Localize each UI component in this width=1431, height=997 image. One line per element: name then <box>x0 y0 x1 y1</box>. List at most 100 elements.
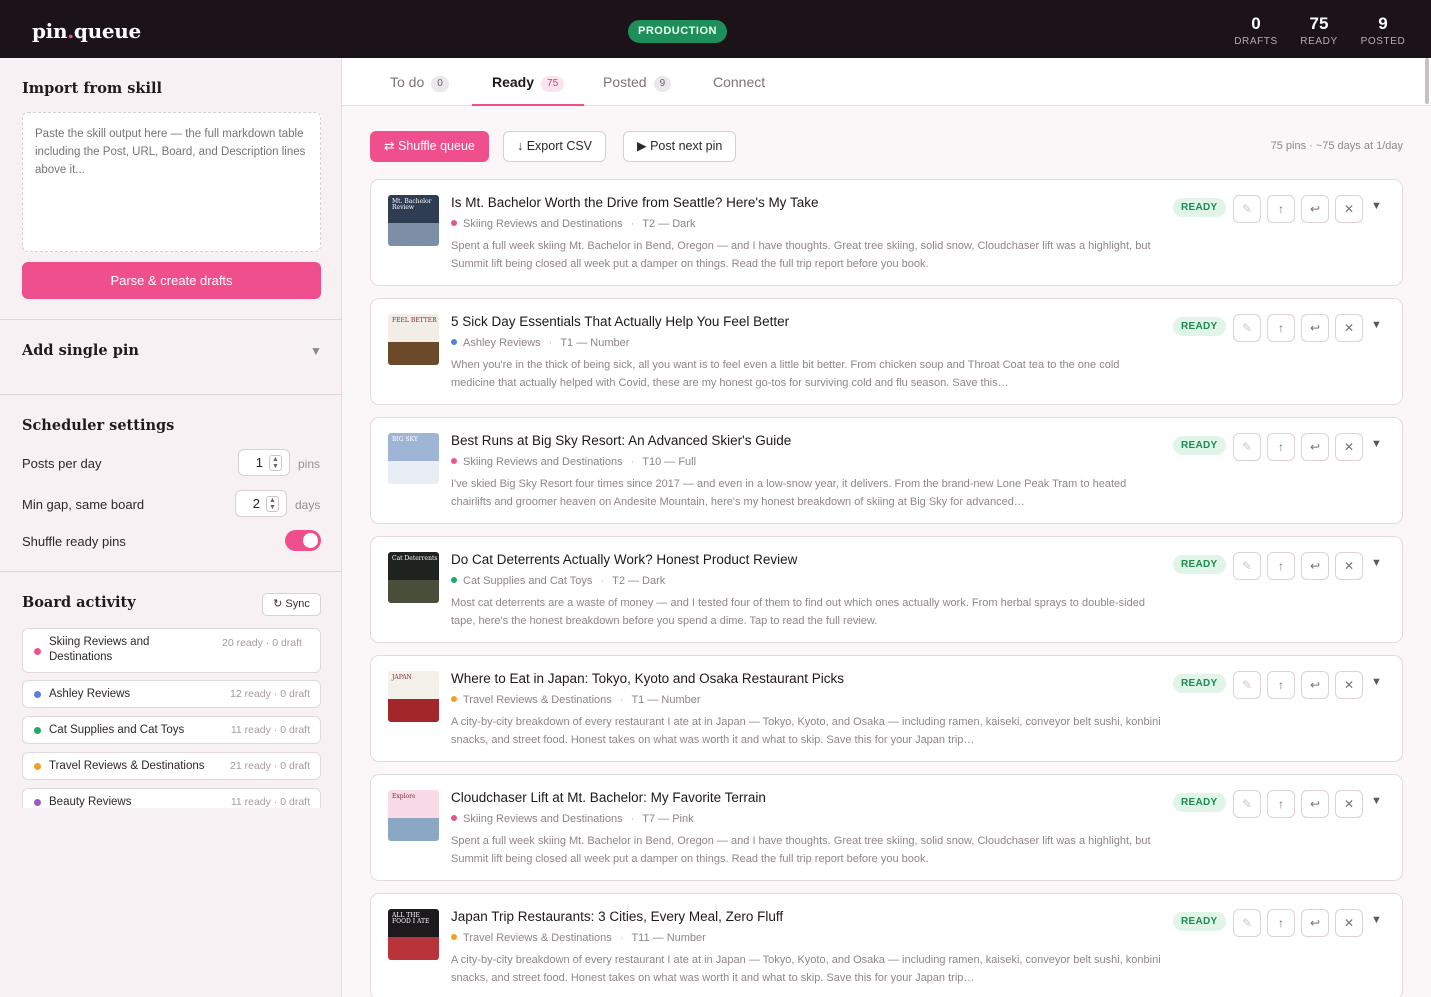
scrollbar-thumb[interactable] <box>1425 58 1429 104</box>
board-row[interactable]: Cat Supplies and Cat Toys 11 ready · 0 dr… <box>22 716 321 744</box>
board-color-dot <box>451 815 457 821</box>
edit-icon[interactable]: ✎ <box>1233 195 1261 223</box>
edit-icon[interactable]: ✎ <box>1233 552 1261 580</box>
pin-board: Cat Supplies and Cat Toys <box>463 575 593 587</box>
board-row[interactable]: Travel Reviews & Destinations 21 ready · … <box>22 752 321 780</box>
stepper-arrows-icon[interactable]: ▲ ▼ <box>269 455 282 471</box>
pin-board: Skiing Reviews and Destinations <box>463 456 623 468</box>
pin-template: T1 — Number <box>631 694 701 706</box>
tab-ready[interactable]: Ready 75 <box>472 74 585 106</box>
status-badge: READY <box>1173 555 1226 574</box>
move-up-icon[interactable]: ↑ <box>1267 671 1295 699</box>
tab-to-do[interactable]: To do 0 <box>390 74 449 106</box>
pin-card[interactable]: ALL THE FOOD I ATE Japan Trip Restaurants… <box>370 893 1403 997</box>
min-gap-unit: days <box>295 498 321 512</box>
board-row[interactable]: Beauty Reviews 11 ready · 0 draft <box>22 788 321 808</box>
close-icon[interactable]: ✕ <box>1335 433 1363 461</box>
edit-icon[interactable]: ✎ <box>1233 909 1261 937</box>
post-next-pin-button[interactable]: ▶ Post next pin <box>623 131 737 162</box>
pin-meta: Ashley Reviews · T1 — Number <box>451 337 629 349</box>
board-color-dot <box>34 648 41 655</box>
pin-thumbnail: BIG SKY <box>388 433 439 484</box>
chevron-down-icon[interactable]: ▼ <box>1371 557 1382 569</box>
pin-template: T2 — Dark <box>612 575 666 587</box>
board-row[interactable]: Skiing Reviews and Destinations 20 ready … <box>22 628 321 673</box>
pin-card[interactable]: Cat Deterrents Do Cat Deterrents Actually… <box>370 536 1403 643</box>
close-icon[interactable]: ✕ <box>1335 314 1363 342</box>
board-color-dot <box>34 799 41 806</box>
pin-card[interactable]: BIG SKY Best Runs at Big Sky Resort: An A… <box>370 417 1403 524</box>
chevron-down-icon[interactable]: ▼ <box>1371 914 1382 926</box>
move-up-icon[interactable]: ↑ <box>1267 790 1295 818</box>
move-up-icon[interactable]: ↑ <box>1267 552 1295 580</box>
pin-thumbnail: FEEL BETTER <box>388 314 439 365</box>
close-icon[interactable]: ✕ <box>1335 909 1363 937</box>
pin-meta: Travel Reviews & Destinations · T1 — Numbe… <box>451 694 701 706</box>
pin-title: Where to Eat in Japan: Tokyo, Kyoto and … <box>451 671 844 686</box>
pin-card[interactable]: JAPAN Where to Eat in Japan: Tokyo, Kyoto… <box>370 655 1403 762</box>
close-icon[interactable]: ✕ <box>1335 552 1363 580</box>
app-logo[interactable]: pin.queue <box>32 19 141 43</box>
pin-title: Is Mt. Bachelor Worth the Drive from Sea… <box>451 195 819 210</box>
board-row[interactable]: Ashley Reviews 12 ready · 0 draft <box>22 680 321 708</box>
pin-title: Best Runs at Big Sky Resort: An Advanced… <box>451 433 792 448</box>
edit-icon[interactable]: ✎ <box>1233 671 1261 699</box>
add-single-pin-section[interactable]: Add single pin ▼ <box>0 320 341 395</box>
sync-button[interactable]: ↻ Sync <box>262 593 321 616</box>
pin-card[interactable]: Explore Cloudchaser Lift at Mt. Bachelor:… <box>370 774 1403 881</box>
move-up-icon[interactable]: ↑ <box>1267 433 1295 461</box>
edit-icon[interactable]: ✎ <box>1233 314 1261 342</box>
toggle-knob <box>303 533 318 548</box>
pin-thumbnail: ALL THE FOOD I ATE <box>388 909 439 960</box>
return-icon[interactable]: ↩ <box>1301 671 1329 699</box>
board-count: 11 ready · 0 draft <box>230 724 310 736</box>
close-icon[interactable]: ✕ <box>1335 671 1363 699</box>
pin-card[interactable]: FEEL BETTER 5 Sick Day Essentials That Ac… <box>370 298 1403 405</box>
min-gap-label: Min gap, same board <box>22 497 145 512</box>
return-icon[interactable]: ↩ <box>1301 909 1329 937</box>
chevron-down-icon[interactable]: ▼ <box>1371 319 1382 331</box>
pin-card[interactable]: Mt. Bachelor Review Is Mt. Bachelor Worth… <box>370 179 1403 286</box>
pin-title: Cloudchaser Lift at Mt. Bachelor: My Fav… <box>451 790 766 805</box>
tab-connect[interactable]: Connect <box>713 74 765 106</box>
posts-per-day-unit: pins <box>298 457 321 471</box>
chevron-down-icon[interactable]: ▼ <box>1371 795 1382 807</box>
queue-summary: 75 pins · ~75 days at 1/day <box>1270 140 1403 152</box>
return-icon[interactable]: ↩ <box>1301 552 1329 580</box>
move-up-icon[interactable]: ↑ <box>1267 909 1295 937</box>
export-csv-button[interactable]: ↓ Export CSV <box>503 131 607 162</box>
return-icon[interactable]: ↩ <box>1301 790 1329 818</box>
close-icon[interactable]: ✕ <box>1335 790 1363 818</box>
return-icon[interactable]: ↩ <box>1301 195 1329 223</box>
edit-icon[interactable]: ✎ <box>1233 790 1261 818</box>
chevron-down-icon[interactable]: ▼ <box>310 344 322 358</box>
return-icon[interactable]: ↩ <box>1301 314 1329 342</box>
pin-meta: Cat Supplies and Cat Toys · T2 — Dark <box>451 575 665 587</box>
parse-create-drafts-button[interactable]: Parse & create drafts <box>22 262 321 299</box>
import-section: Import from skill Parse & create drafts <box>0 58 341 320</box>
tab-posted[interactable]: Posted 9 <box>603 74 672 106</box>
edit-icon[interactable]: ✎ <box>1233 433 1261 461</box>
skill-output-input[interactable] <box>22 112 321 252</box>
status-badge: READY <box>1173 674 1226 693</box>
board-activity-title: Board activity <box>22 594 136 611</box>
chevron-down-icon[interactable]: ▼ <box>1371 438 1382 450</box>
chevron-down-icon[interactable]: ▼ <box>1371 676 1382 688</box>
shuffle-ready-toggle[interactable] <box>285 530 321 551</box>
board-color-dot <box>451 577 457 583</box>
chevron-down-icon[interactable]: ▼ <box>1371 200 1382 212</box>
shuffle-queue-button[interactable]: ⇄ Shuffle queue <box>370 131 489 162</box>
move-up-icon[interactable]: ↑ <box>1267 314 1295 342</box>
add-single-pin-title: Add single pin <box>22 342 139 359</box>
pin-description: Spent a full week skiing Mt. Bachelor in… <box>451 835 1151 865</box>
board-name: Travel Reviews & Destinations <box>49 760 205 772</box>
close-icon[interactable]: ✕ <box>1335 195 1363 223</box>
stepper-arrows-icon[interactable]: ▲ ▼ <box>266 496 279 512</box>
pin-thumbnail: JAPAN <box>388 671 439 722</box>
min-gap-stepper[interactable]: 2 ▲ ▼ <box>235 490 287 517</box>
posts-per-day-stepper[interactable]: 1 ▲ ▼ <box>238 449 290 476</box>
stat-drafts: 0 DRAFTS <box>1234 14 1278 47</box>
return-icon[interactable]: ↩ <box>1301 433 1329 461</box>
board-color-dot <box>451 339 457 345</box>
move-up-icon[interactable]: ↑ <box>1267 195 1295 223</box>
